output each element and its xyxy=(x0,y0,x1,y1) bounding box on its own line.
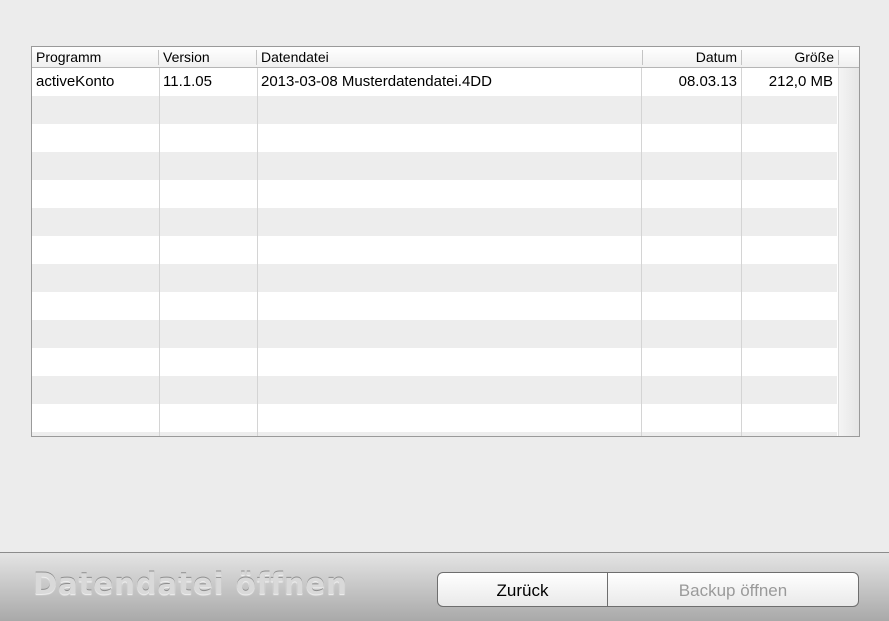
table-row[interactable] xyxy=(32,208,837,236)
column-header-programm[interactable]: Programm xyxy=(32,50,159,65)
table-cell: 11.1.05 xyxy=(163,73,212,90)
column-header-groesse[interactable]: Größe xyxy=(742,50,839,65)
table-header: Programm Version Datendatei Datum Größe xyxy=(32,47,859,68)
table-row[interactable] xyxy=(32,180,837,208)
table-cell: 2013-03-08 Musterdatendatei.4DD xyxy=(261,73,492,90)
table-row[interactable] xyxy=(32,320,837,348)
column-header-datendatei[interactable]: Datendatei xyxy=(257,50,643,65)
table-row[interactable] xyxy=(32,152,837,180)
back-button[interactable]: Zurück xyxy=(437,572,608,607)
table-row[interactable] xyxy=(32,404,837,432)
table-body: activeKonto 11.1.05 2013-03-08 Musterdaten… xyxy=(32,68,837,436)
data-file-table[interactable]: Programm Version Datendatei Datum Größe … xyxy=(31,46,860,437)
open-backup-button[interactable]: Backup öffnen xyxy=(607,572,859,607)
table-row[interactable] xyxy=(32,264,837,292)
table-row[interactable] xyxy=(32,236,837,264)
table-cell: 212,0 MB xyxy=(768,73,833,90)
column-divider xyxy=(159,68,160,436)
footer-bar: Datendatei öffnen Zurück Backup öffnen xyxy=(0,552,889,621)
column-header-version[interactable]: Version xyxy=(159,50,257,65)
column-divider xyxy=(741,68,742,436)
column-divider xyxy=(641,68,642,436)
table-row[interactable] xyxy=(32,96,837,124)
window-title: Datendatei öffnen xyxy=(33,567,348,601)
table-row[interactable] xyxy=(32,376,837,404)
table-row[interactable] xyxy=(32,348,837,376)
scrollbar-track[interactable] xyxy=(838,68,859,436)
table-row[interactable]: activeKonto 11.1.05 2013-03-08 Musterdaten… xyxy=(32,68,837,96)
column-header-datum[interactable]: Datum xyxy=(643,50,742,65)
table-row[interactable] xyxy=(32,292,837,320)
table-cell: activeKonto xyxy=(36,73,115,90)
table-row[interactable] xyxy=(32,124,837,152)
column-divider xyxy=(257,68,258,436)
table-cell: 08.03.13 xyxy=(678,73,737,90)
table-row[interactable] xyxy=(32,432,837,436)
